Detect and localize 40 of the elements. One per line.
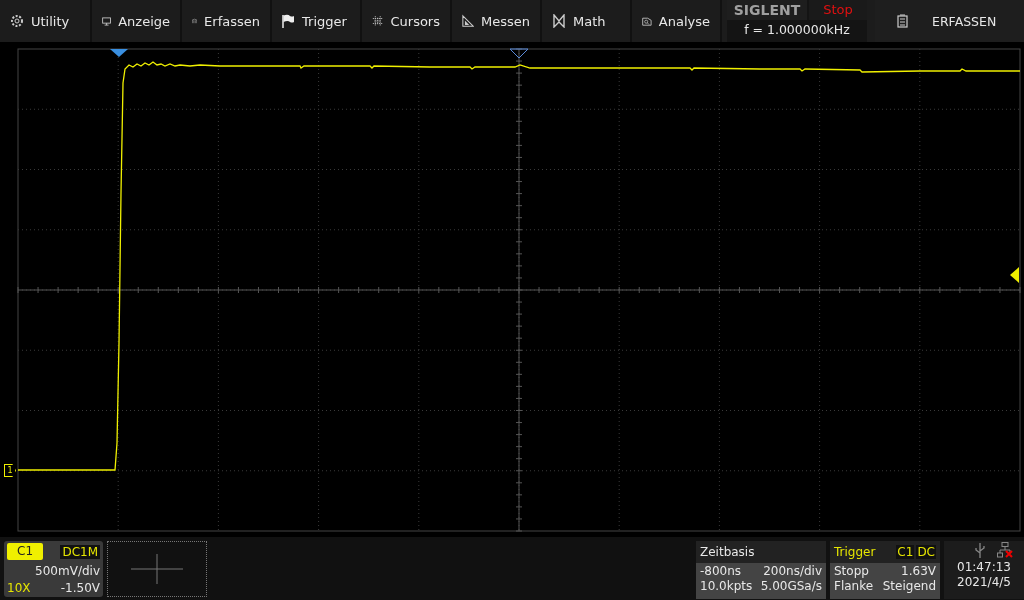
- sample-rate: 5.00GSa/s: [760, 579, 822, 593]
- time-scale: 200ns/div: [763, 564, 822, 578]
- trigger-slope: Steigend: [882, 579, 936, 593]
- ruler-triangle-icon: [462, 14, 474, 28]
- frequency-readout: f = 1.000000kHz: [743, 21, 851, 39]
- channel-panel[interactable]: C1 DC1M 500mV/div 10X -1.50V: [4, 541, 103, 597]
- trigger-position-marker[interactable]: [110, 49, 128, 57]
- vertical-offset: -1.50V: [60, 581, 100, 595]
- plus-icon: [131, 554, 183, 584]
- trigger-mode: Stopp: [834, 564, 869, 578]
- trigger-coupling: DC: [916, 545, 936, 559]
- channel-marker[interactable]: 1: [4, 464, 16, 477]
- channel-label: C1: [7, 543, 43, 560]
- network-disconnected-icon: [997, 542, 1013, 558]
- brand-logo: SIGLENT: [727, 0, 807, 20]
- add-channel-slot[interactable]: [107, 541, 207, 597]
- timebase-panel[interactable]: Zeitbasis -800ns 200ns/div 10.0kpts 5.00GSa/s: [696, 541, 826, 599]
- horizontal-delay: -800ns: [700, 564, 742, 578]
- settings-icon: [10, 14, 24, 28]
- monitor-icon: [102, 14, 112, 28]
- math-icon: [552, 14, 566, 28]
- run-state: Stop: [809, 0, 867, 20]
- trigger-level-marker[interactable]: [1010, 267, 1019, 283]
- clipboard-icon: [897, 14, 908, 28]
- channel-coupling: DC1M: [60, 544, 100, 559]
- center-time-marker[interactable]: [509, 48, 529, 59]
- memory-depth: 10.0kpts: [700, 579, 753, 593]
- trigger-level: 1.63V: [901, 564, 936, 578]
- grid-icon: [372, 14, 384, 28]
- timebase-title: Zeitbasis: [700, 545, 755, 559]
- probe-factor: 10X: [7, 581, 31, 595]
- trigger-source: C1: [896, 545, 915, 559]
- usb-icon: [975, 542, 985, 558]
- vertical-scale: 500mV/div: [35, 563, 100, 578]
- flag-icon: [282, 14, 295, 28]
- trigger-title: Trigger: [834, 545, 876, 559]
- trigger-panel[interactable]: Trigger C1 DC Stopp 1.63V Flanke Steigend: [830, 541, 940, 599]
- clock-time: 01:47:13: [957, 560, 1011, 574]
- clock-date: 2021/4/5: [957, 575, 1011, 589]
- trigger-type: Flanke: [834, 579, 874, 593]
